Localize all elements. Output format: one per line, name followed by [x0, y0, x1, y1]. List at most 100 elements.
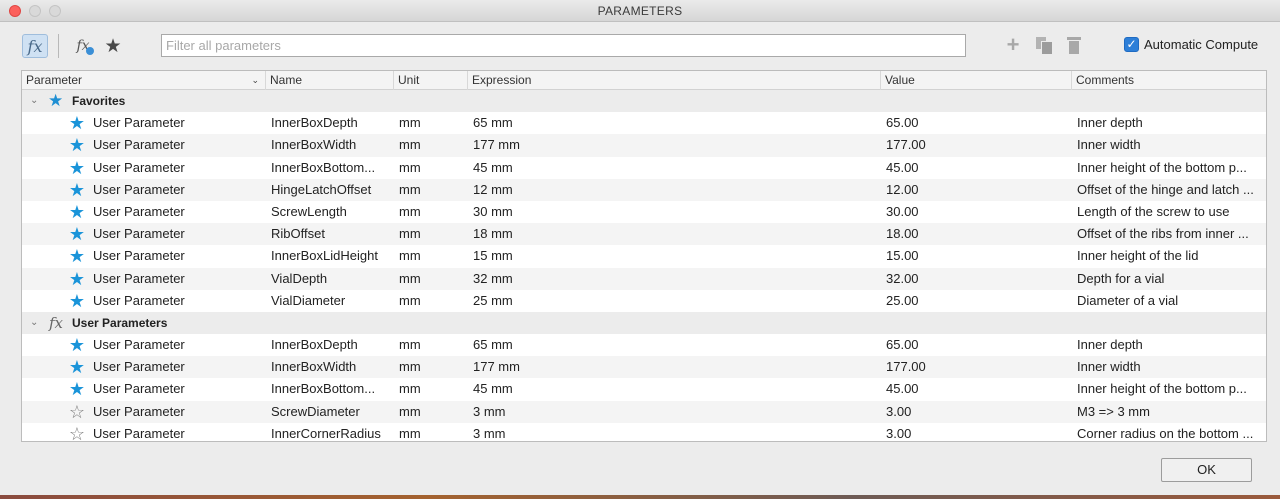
- favorite-star-icon[interactable]: ★: [67, 157, 87, 179]
- parameter-name-cell[interactable]: InnerCornerRadius: [271, 423, 391, 441]
- unit-cell[interactable]: mm: [399, 401, 459, 423]
- favorite-star-icon[interactable]: ★: [67, 290, 87, 312]
- unit-cell[interactable]: mm: [399, 356, 459, 378]
- comment-cell[interactable]: Offset of the hinge and latch ...: [1077, 179, 1259, 201]
- delete-parameter-button[interactable]: [1063, 33, 1085, 57]
- filter-parameters-input[interactable]: [161, 34, 966, 57]
- user-parameters-filter-button[interactable]: fx: [70, 34, 96, 58]
- table-row[interactable]: ★ User Parameter InnerBoxBottom... mm 45 mm 4…: [22, 157, 1266, 179]
- copy-parameter-button[interactable]: [1033, 33, 1055, 57]
- table-row[interactable]: ★ User Parameter InnerBoxDepth mm 65 mm 65.00…: [22, 112, 1266, 134]
- comment-cell[interactable]: M3 => 3 mm: [1077, 401, 1259, 423]
- parameter-name-cell[interactable]: VialDepth: [271, 268, 391, 290]
- comment-cell[interactable]: Inner height of the bottom p...: [1077, 157, 1259, 179]
- favorites-filter-button[interactable]: ★: [100, 34, 126, 58]
- group-favorites[interactable]: ⌄ ★ Favorites: [22, 90, 1266, 113]
- column-header-unit[interactable]: Unit: [394, 71, 468, 90]
- expression-cell[interactable]: 12 mm: [473, 179, 873, 201]
- expression-cell[interactable]: 32 mm: [473, 268, 873, 290]
- parameter-name-cell[interactable]: InnerBoxDepth: [271, 112, 391, 134]
- expression-cell[interactable]: 25 mm: [473, 290, 873, 312]
- add-parameter-button[interactable]: +: [1002, 32, 1024, 57]
- favorite-star-icon[interactable]: ★: [67, 179, 87, 201]
- unit-cell[interactable]: mm: [399, 290, 459, 312]
- parameter-name-cell[interactable]: InnerBoxLidHeight: [271, 245, 391, 267]
- table-row[interactable]: ★ User Parameter InnerBoxWidth mm 177 mm 177.…: [22, 134, 1266, 157]
- parameter-name-cell[interactable]: InnerBoxWidth: [271, 134, 391, 156]
- expression-cell[interactable]: 45 mm: [473, 157, 873, 179]
- favorite-star-icon[interactable]: ★: [67, 334, 87, 356]
- table-row[interactable]: ★ User Parameter VialDiameter mm 25 mm 25.00 D…: [22, 290, 1266, 312]
- favorite-star-icon[interactable]: ★: [67, 356, 87, 378]
- parameter-name-cell[interactable]: HingeLatchOffset: [271, 179, 391, 201]
- unit-cell[interactable]: mm: [399, 268, 459, 290]
- unit-cell[interactable]: mm: [399, 334, 459, 356]
- favorite-star-icon[interactable]: ★: [67, 245, 87, 267]
- unfavorite-star-icon[interactable]: ☆: [67, 401, 87, 423]
- expression-cell[interactable]: 65 mm: [473, 334, 873, 356]
- favorite-star-icon[interactable]: ★: [67, 134, 87, 156]
- unit-cell[interactable]: mm: [399, 423, 459, 441]
- table-row[interactable]: ★ User Parameter VialDepth mm 32 mm 32.00 Dept…: [22, 267, 1266, 290]
- chevron-down-icon[interactable]: ⌄: [30, 90, 38, 112]
- expression-cell[interactable]: 65 mm: [473, 112, 873, 134]
- table-row[interactable]: ★ User Parameter HingeLatchOffset mm 12 mm 12…: [22, 178, 1266, 201]
- expression-cell[interactable]: 177 mm: [473, 356, 873, 378]
- table-row[interactable]: ☆ User Parameter InnerCornerRadius mm 3 mm 3.…: [22, 423, 1266, 441]
- group-user-parameters[interactable]: ⌄ fx User Parameters: [22, 311, 1266, 335]
- comment-cell[interactable]: Inner height of the bottom p...: [1077, 378, 1259, 400]
- expression-cell[interactable]: 18 mm: [473, 223, 873, 245]
- favorite-star-icon[interactable]: ★: [67, 201, 87, 223]
- column-header-value[interactable]: Value: [881, 71, 1072, 90]
- automatic-compute-toggle[interactable]: ✓ Automatic Compute: [1124, 37, 1258, 52]
- unfavorite-star-icon[interactable]: ☆: [67, 423, 87, 441]
- parameter-name-cell[interactable]: ScrewLength: [271, 201, 391, 223]
- table-row[interactable]: ★ User Parameter RibOffset mm 18 mm 18.00 Offs…: [22, 223, 1266, 246]
- unit-cell[interactable]: mm: [399, 112, 459, 134]
- comment-cell[interactable]: Length of the screw to use: [1077, 201, 1259, 223]
- unit-cell[interactable]: mm: [399, 245, 459, 267]
- expression-cell[interactable]: 45 mm: [473, 378, 873, 400]
- parameter-name-cell[interactable]: InnerBoxBottom...: [271, 378, 391, 400]
- table-row[interactable]: ★ User Parameter InnerBoxBottom... mm 45 mm 4…: [22, 378, 1266, 400]
- column-header-parameter[interactable]: Parameter ⌄: [22, 71, 266, 90]
- column-header-comments[interactable]: Comments: [1072, 71, 1266, 90]
- expression-cell[interactable]: 30 mm: [473, 201, 873, 223]
- comment-cell[interactable]: Corner radius on the bottom ...: [1077, 423, 1259, 441]
- expression-cell[interactable]: 15 mm: [473, 245, 873, 267]
- comment-cell[interactable]: Inner height of the lid: [1077, 245, 1259, 267]
- unit-cell[interactable]: mm: [399, 157, 459, 179]
- chevron-down-icon[interactable]: ⌄: [251, 71, 259, 90]
- parameter-name-cell[interactable]: InnerBoxBottom...: [271, 157, 391, 179]
- favorite-star-icon[interactable]: ★: [67, 223, 87, 245]
- column-header-name[interactable]: Name: [266, 71, 394, 90]
- column-header-expression[interactable]: Expression: [468, 71, 881, 90]
- favorite-star-icon[interactable]: ★: [67, 268, 87, 290]
- all-parameters-fx-button[interactable]: fx: [22, 34, 48, 58]
- ok-button[interactable]: OK: [1161, 458, 1252, 482]
- comment-cell[interactable]: Depth for a vial: [1077, 268, 1259, 290]
- parameter-name-cell[interactable]: InnerBoxDepth: [271, 334, 391, 356]
- comment-cell[interactable]: Offset of the ribs from inner ...: [1077, 223, 1259, 245]
- table-row[interactable]: ★ User Parameter InnerBoxLidHeight mm 15 mm 1…: [22, 245, 1266, 267]
- unit-cell[interactable]: mm: [399, 134, 459, 156]
- comment-cell[interactable]: Diameter of a vial: [1077, 290, 1259, 312]
- parameter-name-cell[interactable]: InnerBoxWidth: [271, 356, 391, 378]
- unit-cell[interactable]: mm: [399, 223, 459, 245]
- table-row[interactable]: ★ User Parameter ScrewLength mm 30 mm 30.00 Le…: [22, 201, 1266, 223]
- comment-cell[interactable]: Inner width: [1077, 356, 1259, 378]
- table-row[interactable]: ★ User Parameter InnerBoxWidth mm 177 mm 177.…: [22, 356, 1266, 379]
- comment-cell[interactable]: Inner depth: [1077, 334, 1259, 356]
- unit-cell[interactable]: mm: [399, 201, 459, 223]
- automatic-compute-checkbox[interactable]: ✓: [1124, 37, 1139, 52]
- expression-cell[interactable]: 3 mm: [473, 401, 873, 423]
- parameter-name-cell[interactable]: ScrewDiameter: [271, 401, 391, 423]
- unit-cell[interactable]: mm: [399, 378, 459, 400]
- comment-cell[interactable]: Inner depth: [1077, 112, 1259, 134]
- chevron-down-icon[interactable]: ⌄: [30, 312, 38, 334]
- expression-cell[interactable]: 177 mm: [473, 134, 873, 156]
- parameter-name-cell[interactable]: VialDiameter: [271, 290, 391, 312]
- favorite-star-icon[interactable]: ★: [67, 112, 87, 134]
- table-row[interactable]: ★ User Parameter InnerBoxDepth mm 65 mm 65.00…: [22, 334, 1266, 356]
- comment-cell[interactable]: Inner width: [1077, 134, 1259, 156]
